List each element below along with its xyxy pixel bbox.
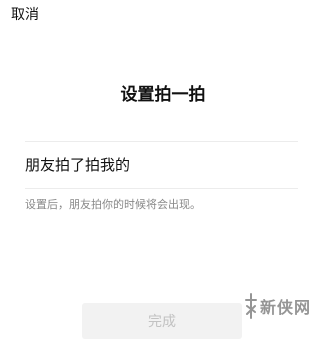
page-title: 设置拍一拍 xyxy=(120,85,206,105)
cancel-button[interactable]: 取消 xyxy=(11,6,39,24)
divider xyxy=(25,188,298,189)
watermark-text: 新侠网 xyxy=(260,298,312,317)
pat-text-field[interactable]: 朋友拍了拍我的 xyxy=(25,150,298,180)
hint-text: 设置后，朋友拍你的时候将会出现。 xyxy=(25,198,201,211)
done-button[interactable]: 完成 xyxy=(82,303,242,339)
divider xyxy=(25,141,298,142)
watermark-logo-icon xyxy=(245,293,257,319)
pat-text-value: 朋友拍了拍我的 xyxy=(25,156,131,174)
watermark: 新侠网 xyxy=(244,292,311,320)
